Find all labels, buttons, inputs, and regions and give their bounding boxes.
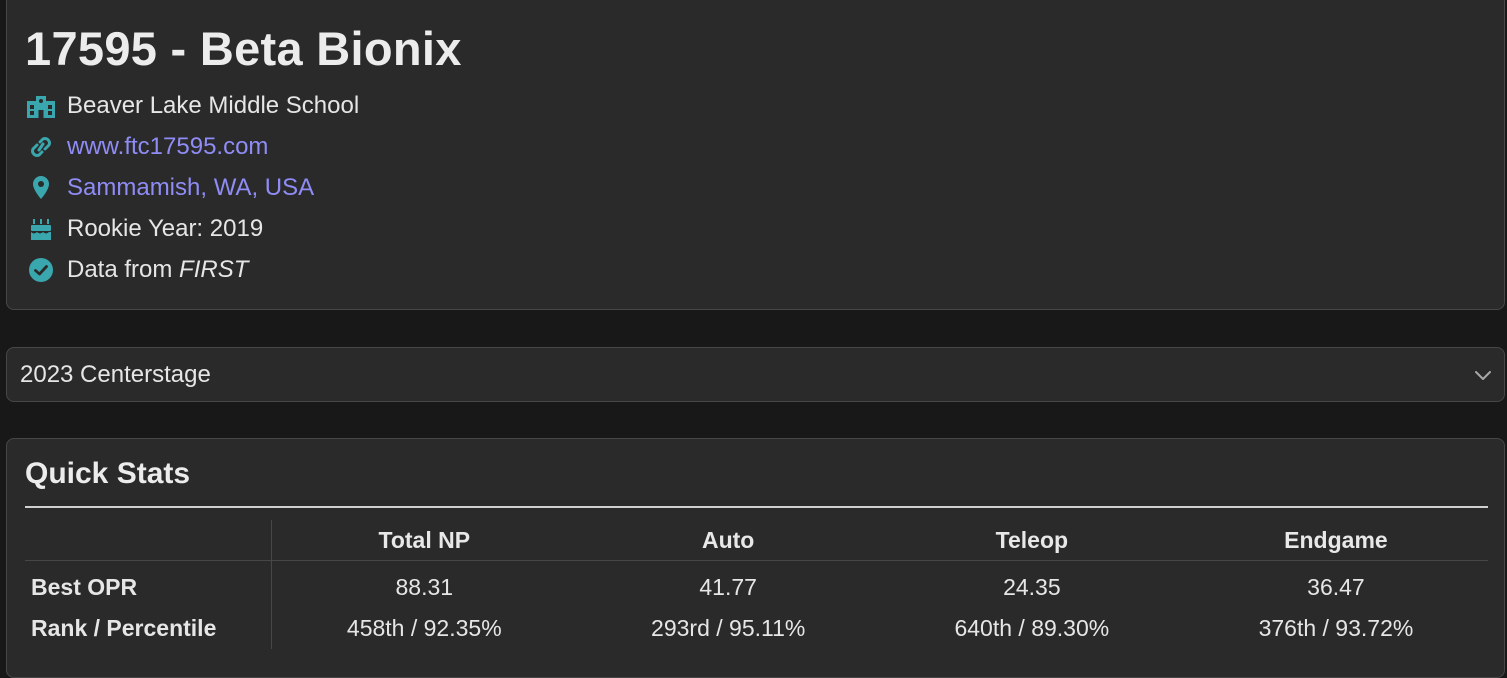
best-opr-teleop: 24.35 [1003, 574, 1061, 600]
school-name: Beaver Lake Middle School [67, 92, 360, 119]
season-select[interactable]: 2023 Centerstage [6, 347, 1505, 402]
rookie-year-row: Rookie Year: 2019 [25, 214, 263, 244]
location-row: Sammamish, WA, USA [25, 173, 314, 203]
chevron-down-icon [1472, 364, 1494, 391]
best-opr-total-np: 88.31 [395, 574, 454, 600]
table-row: Rank / Percentile 458th / 92.35% 293rd /… [25, 608, 1488, 649]
school-row: Beaver Lake Middle School [25, 91, 359, 121]
quick-stats-divider [25, 506, 1488, 508]
data-source-prefix: Data from [67, 256, 180, 283]
column-header-total-np: Total NP [271, 520, 577, 561]
row-label-best-opr: Best OPR [25, 560, 272, 608]
rank-endgame: 376th / 93.72% [1258, 615, 1414, 641]
cake-icon [25, 214, 57, 244]
quick-stats-table: Total NP Auto Teleop Endgame Best OPR 88… [25, 520, 1488, 649]
school-icon [25, 91, 57, 121]
team-title: 17595 - Beta Bionix [25, 22, 462, 75]
rank-teleop: 640th / 89.30% [954, 615, 1110, 641]
verified-check-icon [25, 255, 57, 285]
column-header-teleop: Teleop [879, 520, 1184, 561]
rank-total-np: 458th / 92.35% [346, 615, 502, 641]
location-link[interactable]: Sammamish, WA, USA [67, 174, 314, 202]
column-header-endgame: Endgame [1183, 520, 1488, 561]
team-info-card: 17595 - Beta Bionix Beaver Lake Middle S… [6, 0, 1505, 310]
row-label-rank-percentile: Rank / Percentile [25, 608, 272, 649]
best-opr-auto: 41.77 [699, 574, 757, 600]
website-link[interactable]: www.ftc17595.com [67, 133, 268, 161]
column-header-auto: Auto [576, 520, 880, 561]
map-pin-icon [25, 173, 57, 203]
column-header-blank [25, 520, 272, 561]
best-opr-endgame: 36.47 [1307, 574, 1365, 600]
rank-auto: 293rd / 95.11% [651, 615, 806, 641]
data-source-name: FIRST [179, 256, 249, 283]
website-row: www.ftc17595.com [25, 132, 268, 162]
rookie-year: Rookie Year: 2019 [67, 215, 264, 242]
quick-stats-card: Quick Stats Total NP Auto Teleop Endgame… [6, 438, 1505, 678]
data-source-row: Data from FIRST [25, 255, 248, 285]
season-select-value: 2023 Centerstage [20, 360, 211, 388]
table-header-row: Total NP Auto Teleop Endgame [25, 520, 1488, 561]
quick-stats-title: Quick Stats [25, 457, 191, 490]
table-row: Best OPR 88.31 41.77 24.35 36.47 [25, 560, 1488, 608]
link-icon [25, 132, 57, 162]
